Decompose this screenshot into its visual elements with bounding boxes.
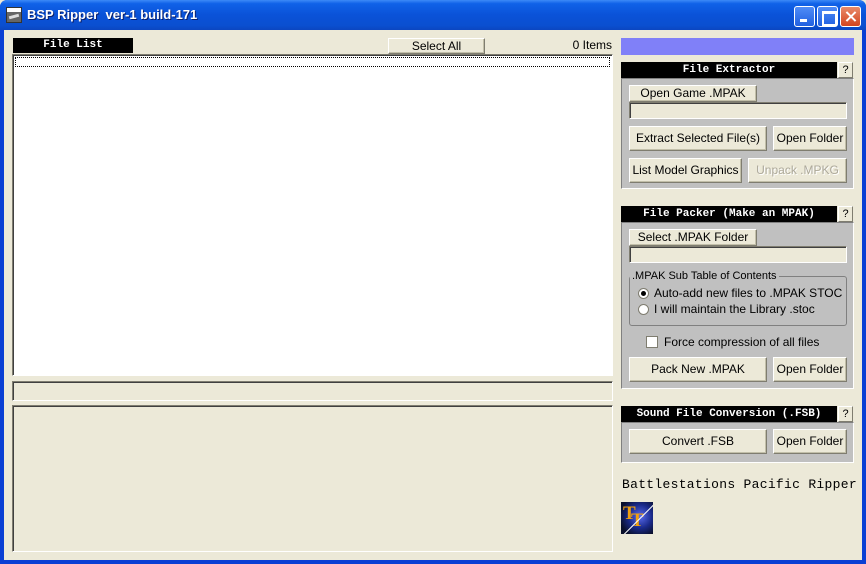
mpak-path-field[interactable] <box>629 102 847 119</box>
packer-open-folder-button[interactable]: Open Folder <box>773 357 847 382</box>
radio-manual[interactable]: I will maintain the Library .stoc <box>638 302 815 316</box>
client-area: File List Select All 0 Items File Extrac… <box>4 30 862 560</box>
list-model-graphics-button[interactable]: List Model Graphics <box>629 158 742 183</box>
maximize-button[interactable] <box>817 6 838 27</box>
status-bar <box>12 381 613 401</box>
item-count: 0 Items <box>572 38 612 52</box>
sound-header: Sound File Conversion (.FSB) <box>621 406 837 422</box>
file-list-header: File List <box>13 38 133 53</box>
select-all-button[interactable]: Select All <box>388 38 485 54</box>
extractor-open-folder-button[interactable]: Open Folder <box>773 126 847 151</box>
force-compression-box[interactable] <box>646 336 658 348</box>
select-mpak-folder-button[interactable]: Select .MPAK Folder <box>629 229 757 246</box>
mpak-folder-field[interactable] <box>629 246 847 263</box>
app-icon[interactable] <box>6 7 22 23</box>
file-packer-header: File Packer (Make an MPAK) <box>621 206 837 222</box>
minimize-button[interactable] <box>794 6 815 27</box>
sound-help-button[interactable]: ? <box>838 406 853 422</box>
radio-manual-indicator[interactable] <box>638 303 649 315</box>
stoc-group: .MPAK Sub Table of Contents Auto-add new… <box>629 270 847 326</box>
file-extractor-panel: Open Game .MPAK File Extract Selected Fi… <box>621 78 854 189</box>
file-extractor-help-button[interactable]: ? <box>838 62 853 78</box>
pack-new-mpak-button[interactable]: Pack New .MPAK <box>629 357 767 382</box>
tt-logo-icon: T T <box>621 502 653 534</box>
unpack-mpkg-button: Unpack .MPKG <box>748 158 847 183</box>
focus-row[interactable] <box>15 57 610 67</box>
radio-auto-indicator[interactable] <box>638 287 649 299</box>
file-list[interactable] <box>12 54 613 376</box>
app-name-label: Battlestations Pacific Ripper <box>622 477 857 492</box>
title-bar[interactable]: BSP Ripper ver-1 build-171 <box>0 0 866 30</box>
radio-auto-add[interactable]: Auto-add new files to .MPAK STOC <box>638 286 842 300</box>
extract-selected-button[interactable]: Extract Selected File(s) <box>629 126 767 151</box>
app-window: BSP Ripper ver-1 build-171 File List Sel… <box>0 0 866 564</box>
file-extractor-header: File Extractor <box>621 62 837 78</box>
close-button[interactable] <box>840 6 861 27</box>
file-packer-help-button[interactable]: ? <box>838 206 853 222</box>
file-packer-panel: Select .MPAK Folder .MPAK Sub Table of C… <box>621 222 854 389</box>
open-game-mpak-button[interactable]: Open Game .MPAK File <box>629 85 757 115</box>
log-area[interactable] <box>12 405 613 552</box>
stoc-group-label: .MPAK Sub Table of Contents <box>632 270 777 282</box>
convert-fsb-button[interactable]: Convert .FSB <box>629 429 767 454</box>
sound-open-folder-button[interactable]: Open Folder <box>773 429 847 454</box>
force-compression-checkbox[interactable]: Force compression of all files <box>646 335 819 349</box>
window-title: BSP Ripper ver-1 build-171 <box>27 7 198 22</box>
progress-bar <box>621 38 854 55</box>
sound-panel: Convert .FSB Open Folder <box>621 422 854 463</box>
